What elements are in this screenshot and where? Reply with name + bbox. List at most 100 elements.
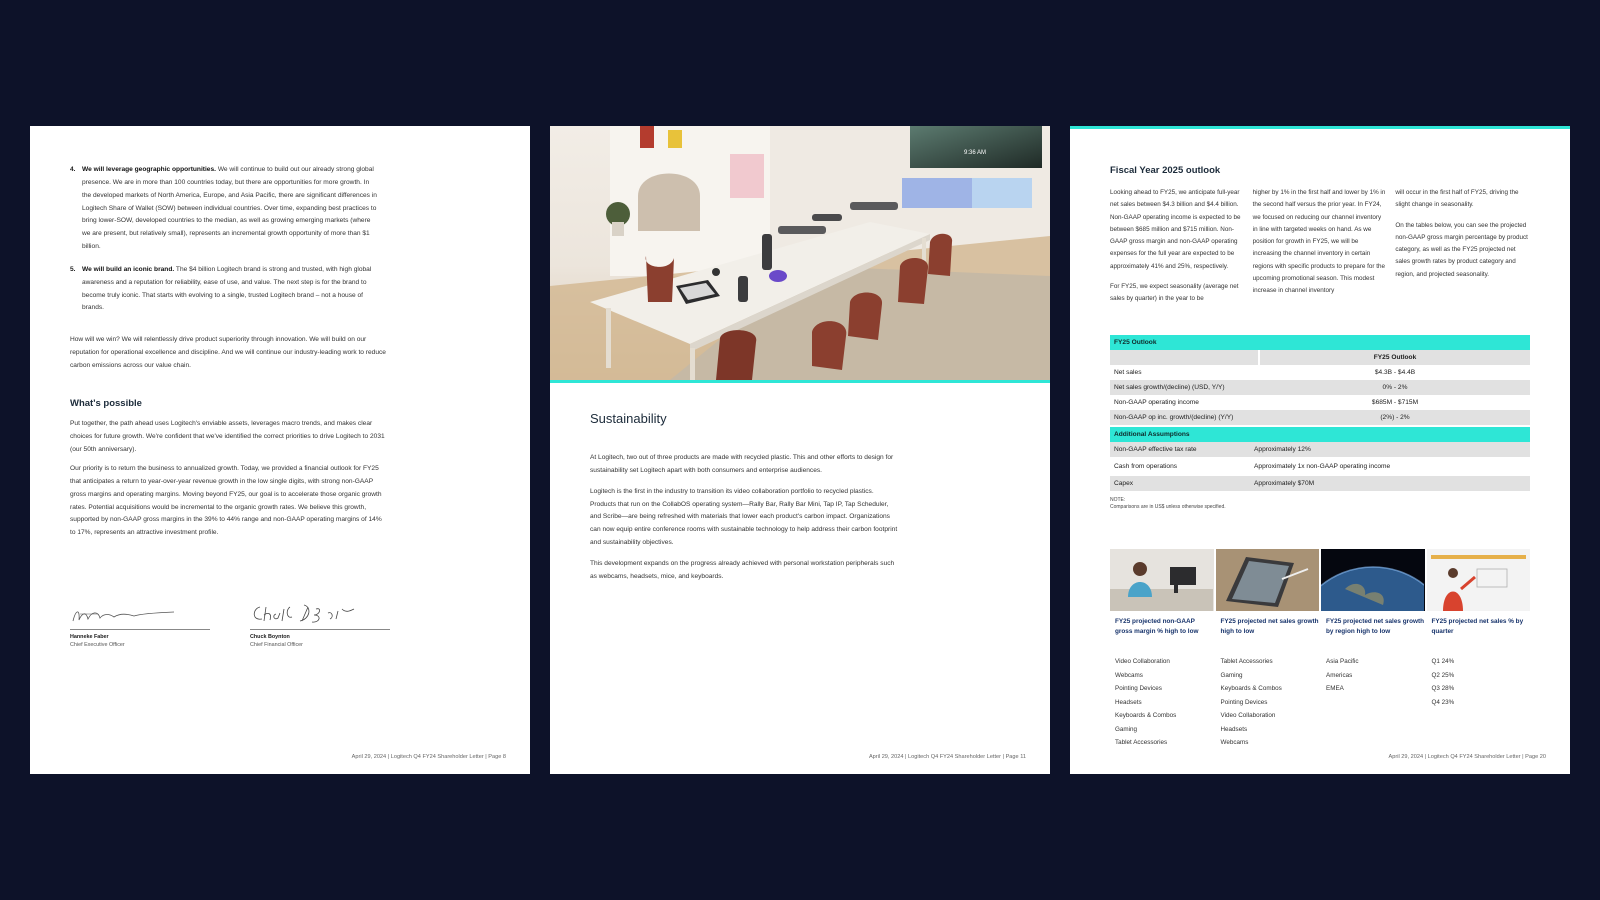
signature-image: [253, 604, 355, 623]
signature-title: Chief Executive Officer: [70, 642, 125, 648]
paragraph: will occur in the first half of FY25, dr…: [1395, 189, 1519, 209]
tile-net-sales-growth: FY25 projected net sales growth high to …: [1215, 549, 1320, 750]
tile-photo-earth: [1321, 549, 1425, 611]
fy25-outlook-table: FY25 Outlook FY25 Outlook Net sales $4.3…: [1110, 335, 1530, 511]
tile-quarterly-split: FY25 projected net sales % by quarter Q1…: [1426, 549, 1531, 750]
table-cell-value: $4.3B - $4.4B: [1374, 369, 1416, 376]
list-item: 5. We will build an iconic brand. The $4…: [70, 264, 380, 315]
signature-block-cfo: Chuck Boynton Chief Financial Officer: [250, 600, 390, 648]
tile-photo-video-call: [1110, 549, 1214, 611]
paragraph: Looking ahead to FY25, we anticipate ful…: [1110, 189, 1241, 270]
list-item: Keyboards & Combos: [1220, 685, 1282, 693]
paragraph: This development expands on the progress…: [590, 559, 895, 580]
tv-clock: 9:36 AM: [964, 150, 986, 156]
table-cell-value: Approximately 12%: [1250, 442, 1530, 457]
section-title: What's possible: [70, 398, 142, 409]
tile-list: Q1 24% Q2 25% Q3 28% Q4 23%: [1427, 655, 1531, 709]
list-item-bold: We will leverage geographic opportunitie…: [82, 166, 216, 173]
table-heading: FY25 Outlook: [1110, 335, 1530, 350]
table-header-empty: [1110, 350, 1260, 365]
table-cell-value: 0% - 2%: [1260, 380, 1530, 395]
table-row: Non-GAAP operating income $685M - $715M: [1110, 395, 1530, 410]
list-item: EMEA: [1326, 685, 1344, 693]
table-header-cell: FY25 Outlook: [1260, 350, 1530, 365]
table-row: Non-GAAP op inc. growth/(decline) (Y/Y) …: [1110, 410, 1530, 425]
list-item: Americas: [1326, 671, 1353, 679]
table-column-header: FY25 Outlook: [1110, 350, 1530, 365]
table-cell-label: Non-GAAP op inc. growth/(decline) (Y/Y): [1110, 410, 1260, 425]
list-item: 4. We will leverage geographic opportuni…: [70, 164, 380, 254]
note-text: Comparisons are in US$ unless otherwise …: [1110, 503, 1226, 510]
tile-gross-margin: FY25 projected non-GAAP gross margin % h…: [1110, 549, 1214, 750]
list-item: Video Collaboration: [1220, 712, 1276, 720]
table-cell-value: Approximately $70M: [1250, 476, 1530, 491]
list-item: Asia Pacific: [1326, 658, 1359, 665]
list-item: Headsets: [1115, 698, 1142, 706]
list-item-number: 4.: [70, 166, 76, 173]
table-row: Capex Approximately $70M: [1110, 476, 1530, 491]
signature-title: Chief Financial Officer: [250, 642, 303, 648]
list-item: Tablet Accessories: [1220, 658, 1273, 665]
tile-list: Asia Pacific Americas EMEA: [1321, 655, 1425, 696]
list-item: Webcams: [1115, 671, 1143, 679]
table-cell-value: (2%) - 2%: [1260, 410, 1530, 425]
tile-heading: FY25 projected non-GAAP gross margin % h…: [1115, 618, 1199, 636]
signature-image: [72, 611, 175, 622]
section-title: Sustainability: [590, 411, 667, 426]
list-item: Q1 24%: [1431, 658, 1455, 665]
paragraph: For FY25, we expect seasonality (average…: [1110, 282, 1239, 303]
paragraph: On the tables below, you can see the pro…: [1395, 221, 1528, 278]
list-item: Pointing Devices: [1220, 698, 1268, 706]
list-item: Q4 23%: [1431, 698, 1455, 706]
outlook-text-columns: Looking ahead to FY25, we anticipate ful…: [1110, 187, 1530, 313]
signature-line: [250, 600, 390, 630]
list-item: Webcams: [1220, 739, 1249, 747]
table-cell-label: Non-GAAP operating income: [1114, 399, 1199, 406]
tile-list: Tablet Accessories Gaming Keyboards & Co…: [1216, 655, 1320, 750]
list-item: Tablet Accessories: [1115, 739, 1168, 747]
table-cell-label: Net sales: [1114, 369, 1142, 376]
tile-region-growth: FY25 projected net sales growth by regio…: [1321, 549, 1425, 750]
list-item: Headsets: [1220, 725, 1248, 733]
signature-line: [70, 600, 210, 630]
tile-heading: FY25 projected net sales growth high to …: [1220, 618, 1319, 636]
text-column: Looking ahead to FY25, we anticipate ful…: [1110, 187, 1245, 313]
conference-room-illustration: 9:36 AM: [550, 126, 1050, 380]
table-row: Non-GAAP effective tax rate Approximatel…: [1110, 442, 1530, 457]
list-item-bold: We will build an iconic brand.: [82, 265, 175, 273]
page-footer: April 29, 2024 | Logitech Q4 FY24 Shareh…: [351, 754, 506, 760]
page-8: 4. We will leverage geographic opportuni…: [30, 126, 530, 774]
list-item: Pointing Devices: [1115, 685, 1162, 693]
note-label: NOTE:: [1110, 497, 1126, 503]
conference-room-photo: 9:36 AM: [550, 126, 1050, 380]
tile-heading: FY25 projected net sales growth by regio…: [1326, 618, 1425, 636]
paragraph-possible-1: Put together, the path ahead uses Logite…: [70, 420, 385, 453]
page-20: Fiscal Year 2025 outlook Looking ahead t…: [1070, 126, 1570, 774]
table-cell-label: Non-GAAP effective tax rate: [1110, 442, 1250, 457]
list-item: Gaming: [1220, 671, 1243, 679]
table-cell-label: Net sales growth/(decline) (USD, Y/Y): [1110, 380, 1260, 395]
table-cell-label: Capex: [1110, 476, 1250, 491]
page-11: 9:36 AM Sustainability At Logitech, two …: [550, 126, 1050, 774]
signature-name: Chuck Boynton: [250, 634, 290, 640]
numbered-list: 4. We will leverage geographic opportuni…: [70, 164, 380, 325]
table-row: Net sales $4.3B - $4.4B: [1110, 365, 1530, 380]
list-item: Q2 25%: [1431, 671, 1455, 679]
table-heading-assumptions: Additional Assumptions: [1110, 427, 1530, 442]
tile-photo-whiteboard: [1426, 549, 1530, 611]
paragraph: Logitech is the first in the industry to…: [590, 487, 898, 547]
page-footer: April 29, 2024 | Logitech Q4 FY24 Shareh…: [1388, 754, 1546, 760]
paragraph: higher by 1% in the first half and lower…: [1252, 189, 1386, 295]
paragraph-how-we-win: How will we win? We will relentlessly dr…: [70, 336, 386, 369]
table-cell-value: $685M - $715M: [1371, 399, 1419, 406]
table-row: Net sales growth/(decline) (USD, Y/Y) 0%…: [1110, 380, 1530, 395]
tile-list: Video Collaboration Webcams Pointing Dev…: [1110, 655, 1214, 750]
accent-divider: [550, 380, 1050, 383]
list-item: Video Collaboration: [1115, 658, 1170, 665]
signature-name: Hanneke Faber: [70, 634, 109, 640]
section-title: Fiscal Year 2025 outlook: [1110, 165, 1221, 176]
signature-block-ceo: Hanneke Faber Chief Executive Officer: [70, 600, 210, 648]
table-row: Cash from operations Approximately 1x no…: [1110, 459, 1530, 474]
list-item-text: We will build an iconic brand. The $4 bi…: [82, 264, 380, 315]
table-cell-label: Cash from operations: [1114, 463, 1178, 470]
